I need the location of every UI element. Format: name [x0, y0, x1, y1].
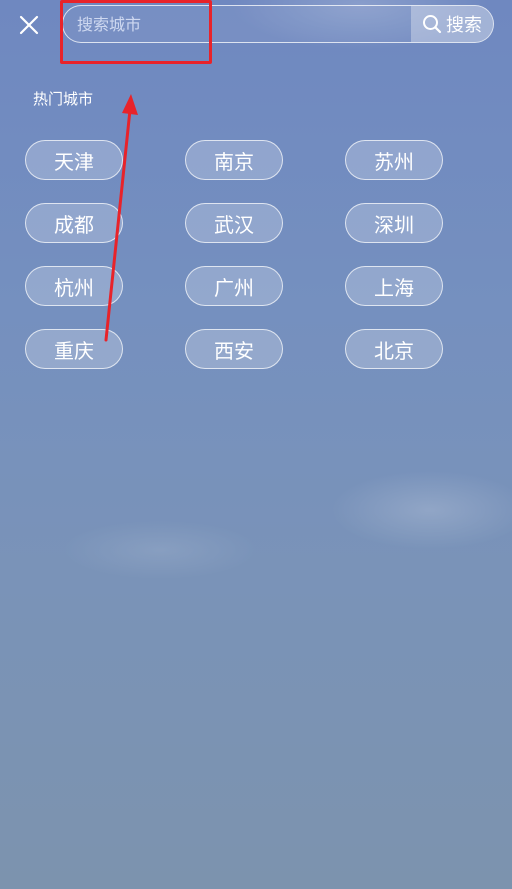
city-chip-tianjin[interactable]: 天津 — [25, 140, 123, 180]
annotation-highlight-box — [60, 0, 212, 64]
city-chip-chengdu[interactable]: 成都 — [25, 203, 123, 243]
city-chip-suzhou[interactable]: 苏州 — [345, 140, 443, 180]
city-chip-beijing[interactable]: 北京 — [345, 329, 443, 369]
city-chip-hangzhou[interactable]: 杭州 — [25, 266, 123, 306]
city-chip-wuhan[interactable]: 武汉 — [185, 203, 283, 243]
city-chip-shenzhen[interactable]: 深圳 — [345, 203, 443, 243]
city-chip-shanghai[interactable]: 上海 — [345, 266, 443, 306]
background-glow — [330, 470, 512, 550]
city-chip-guangzhou[interactable]: 广州 — [185, 266, 283, 306]
background-glow — [60, 520, 260, 580]
city-chip-xian[interactable]: 西安 — [185, 329, 283, 369]
city-chip-chongqing[interactable]: 重庆 — [25, 329, 123, 369]
city-chip-nanjing[interactable]: 南京 — [185, 140, 283, 180]
